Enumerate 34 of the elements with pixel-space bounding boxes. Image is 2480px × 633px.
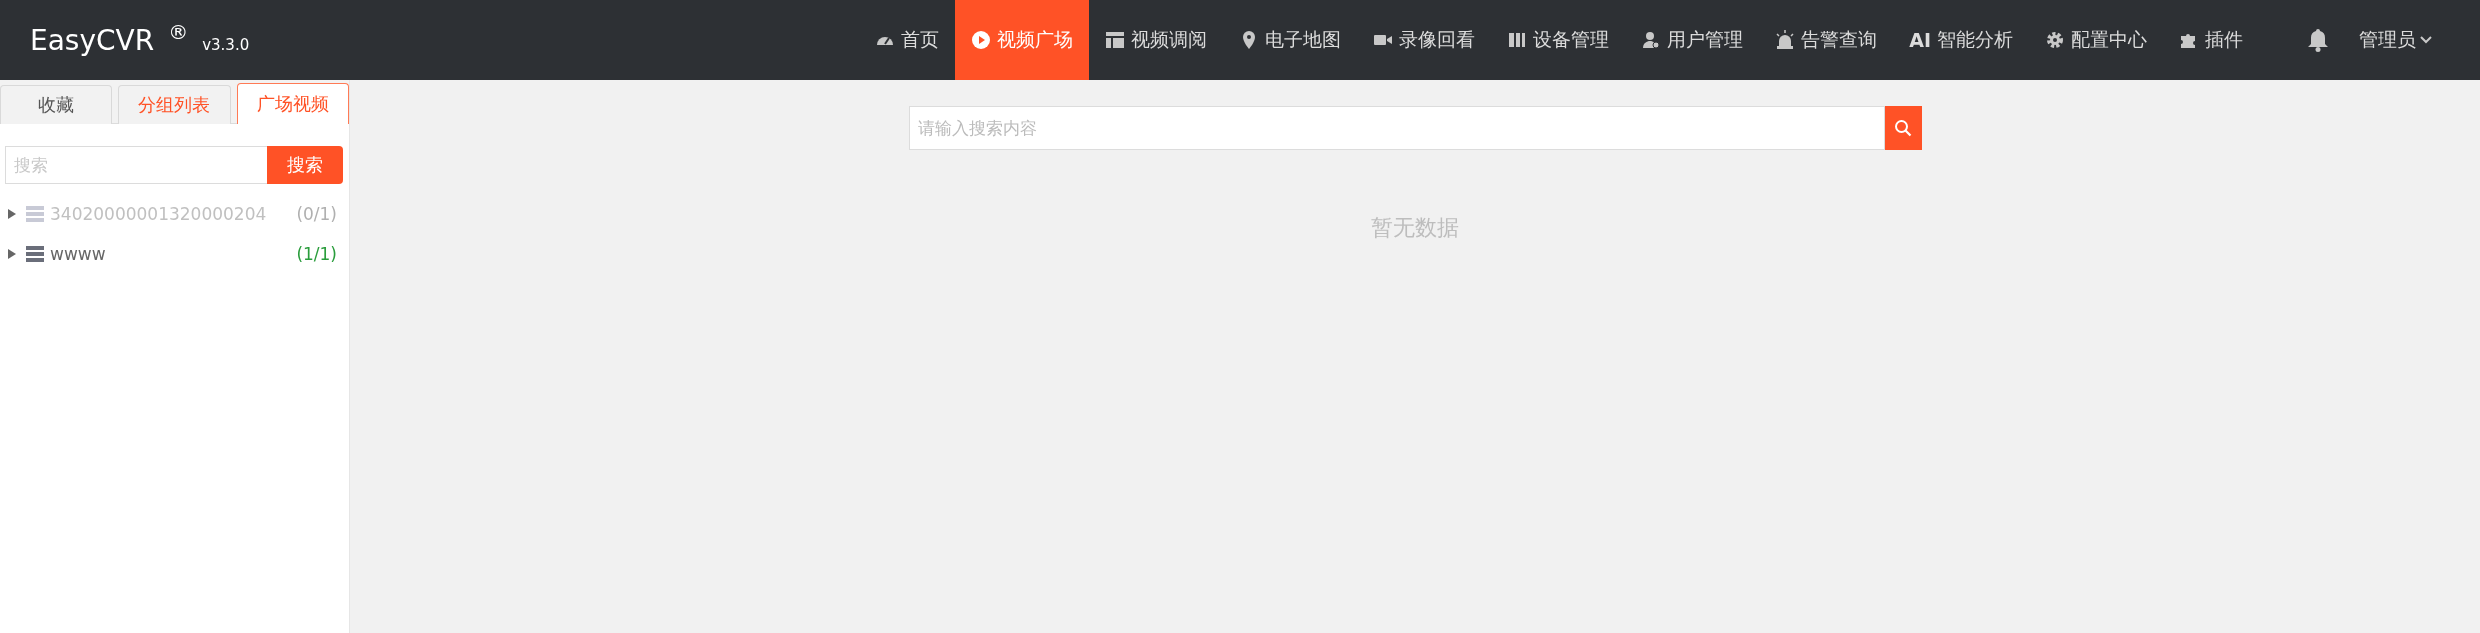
user-menu[interactable]: 管理员 [2359,27,2432,53]
nav-tab[interactable]: 视频调阅 [1089,0,1224,80]
logo-text: EasyCVR [30,23,155,57]
caret-right-icon[interactable] [8,249,16,259]
nav-icon [1775,30,1796,50]
caret-right-icon[interactable] [8,209,16,219]
server-icon [26,206,44,222]
channel-count: (0/1) [296,204,337,224]
nav-icon [971,30,992,50]
nav-tab[interactable]: AI 智能分析 [1893,0,2029,80]
ai-label: AI [1909,29,1931,51]
search-icon [1894,119,1912,137]
nav-icon [1507,30,1528,50]
server-icon [26,246,44,262]
nav-tab[interactable]: 配置中心 [2029,0,2163,80]
nav-tab[interactable]: 录像回看 [1357,0,1492,80]
search-button[interactable] [1884,106,1922,150]
nav-tab[interactable]: 设备管理 [1491,0,1626,80]
device-name[interactable]: wwww [50,244,291,264]
nav-icon [2045,30,2065,50]
channel-count: (1/1) [296,244,337,264]
nav-tab[interactable]: 插件 [2163,0,2259,80]
sidebar-tab[interactable]: 收藏 [0,85,113,124]
nav-tab[interactable]: 首页 [859,0,956,80]
chevron-down-icon [2420,36,2432,44]
bell-icon[interactable] [2307,28,2329,52]
nav-tab[interactable]: 用户管理 [1625,0,1760,80]
nav-icon [1641,30,1662,50]
version-text: v3.3.0 [202,35,250,54]
nav-icon [1105,30,1126,50]
nav-tab[interactable]: 告警查询 [1759,0,1894,80]
search-field[interactable]: 请输入搜索内容 [908,106,1885,150]
registered-mark: ® [168,19,189,44]
nav-tab[interactable]: 电子地图 [1223,0,1358,80]
